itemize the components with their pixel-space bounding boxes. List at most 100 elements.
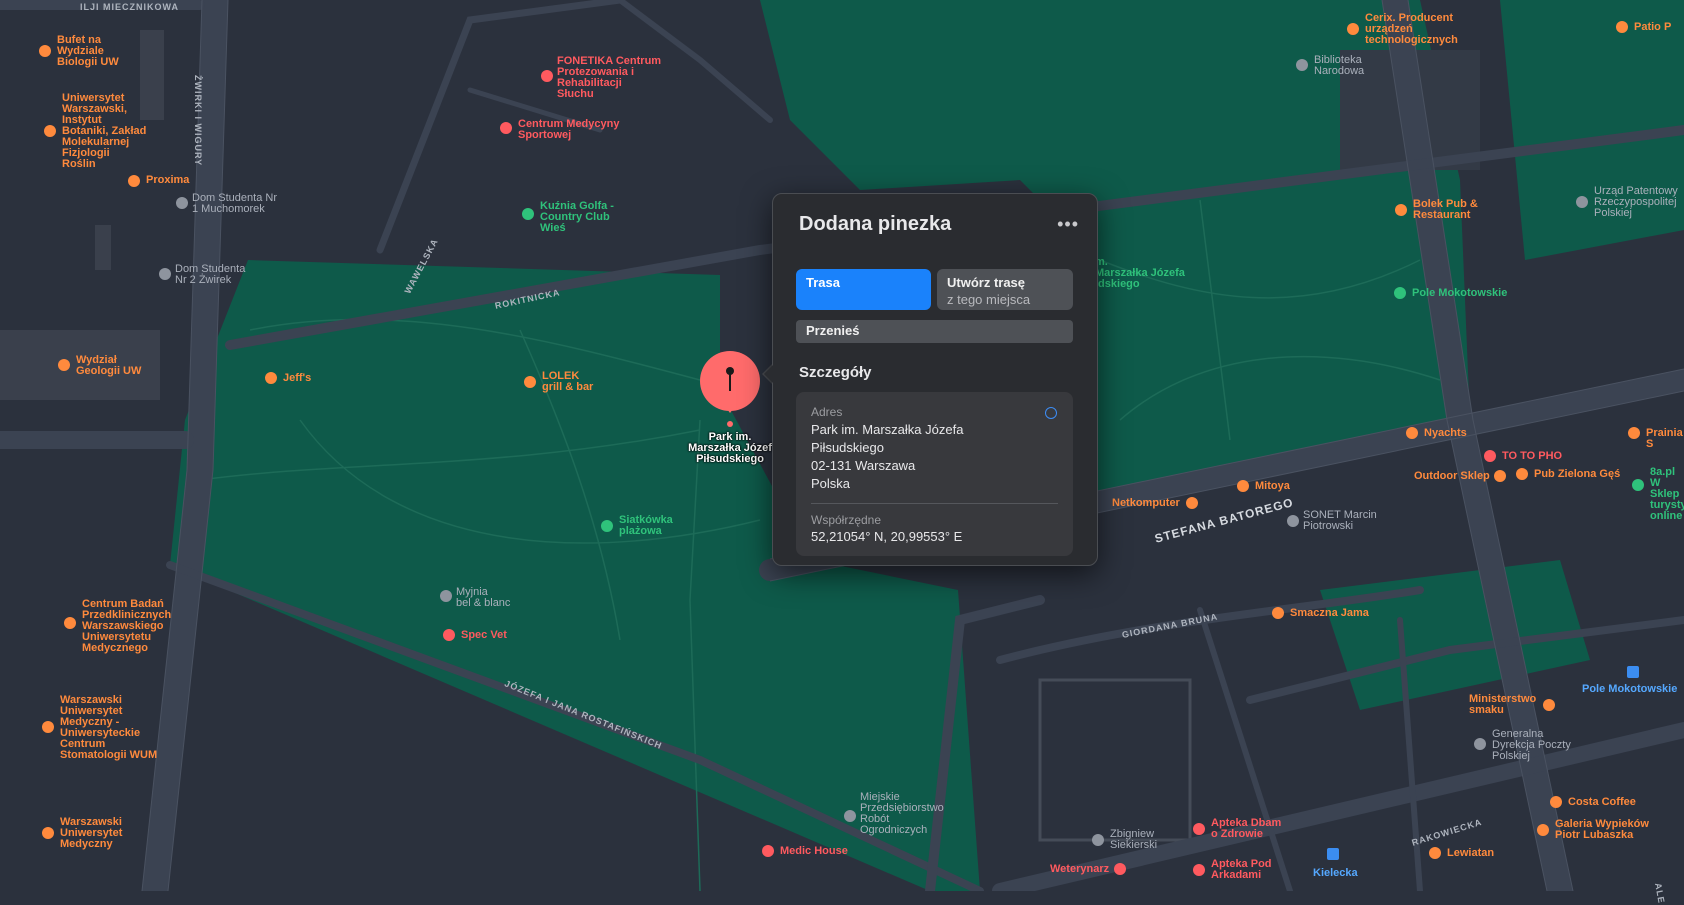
poi-cerix[interactable]: Cerix. Producent urządzeń technologiczny… [1347,12,1458,46]
poi-patio[interactable]: Patio P [1616,21,1671,33]
poi-galeria-wypiekow[interactable]: Galeria Wypieków Piotr Lubaszka [1537,819,1649,841]
poi-bufet-biologii[interactable]: Bufet na Wydziale Biologii UW [39,35,119,68]
restaurant-icon [265,372,277,384]
pin-label[interactable]: Park im. Marszałka Józef Piłsudskiego [675,432,785,465]
poi-label: Zbigniew Siekierski [1110,828,1158,851]
bar-icon [128,175,140,187]
poi-fonetika[interactable]: FONETIKA Centrum Protezowania i Rehabili… [541,56,661,100]
address-line: 02-131 Warszawa [811,458,916,473]
poi-outdoor-sklep[interactable]: Outdoor Sklep [1414,470,1506,482]
bakery-icon [1537,824,1549,836]
address-line: Polska [811,476,851,491]
poi-to-to-pho[interactable]: TO TO PHO [1484,450,1562,462]
pharmacy-icon [1193,864,1205,876]
building-icon [1474,738,1486,750]
poi-pole-mokotowskie-park[interactable]: Pole Mokotowskie [1394,287,1507,299]
poi-wum[interactable]: Warszawski Uniwersytet Medyczny [42,817,122,850]
restaurant-icon [1406,427,1418,439]
poi-proxima[interactable]: Proxima [128,175,189,187]
poi-dom-studenta-1[interactable]: Dom Studenta Nr 1 Muchomorek [176,192,277,215]
vet-icon [443,629,455,641]
poi-costa-coffee[interactable]: Costa Coffee [1550,796,1636,808]
poi-label: SONET Marcin Piotrowski [1303,509,1377,532]
poi-label: Mitoya [1255,480,1290,492]
poi-label: Smaczna Jama [1290,607,1369,619]
poi-sonet[interactable]: SONET Marcin Piotrowski [1287,509,1377,532]
restaurant-icon [1484,450,1496,462]
factory-icon [1347,23,1359,35]
coordinates-label: Współrzędne [811,513,882,527]
poi-dom-studenta-2[interactable]: Dom Studenta Nr 2 Żwirek [159,264,245,286]
poi-label: Lewiatan [1447,847,1495,859]
poi-urzad-patentowy[interactable]: Urząd Patentowy Rzeczypospolitej Polskie… [1576,186,1678,219]
move-button[interactable]: Przenieś [796,320,1073,343]
bus-stop-icon [1327,848,1339,860]
poi-kuznia-golfa[interactable]: Kuźnia Golfa - Country Club Wieś [522,201,614,234]
golf-icon [522,208,534,220]
poi-label: Centrum Badań Przedklinicznych Warszawsk… [82,598,172,654]
poi-ministerstwo-smaku[interactable]: Ministerstwo smaku [1469,693,1555,716]
poi-label: Cerix. Producent urządzeń technologiczny… [1365,12,1458,46]
street-label: ILJI MIECZNIKOWA [80,2,179,12]
poi-nyachts[interactable]: Nyachts [1406,427,1467,439]
poi-siatkowka[interactable]: Siatkówka plażowa [601,515,673,537]
poi-smaczna-jama[interactable]: Smaczna Jama [1272,607,1369,619]
poi-prainia[interactable]: Prainia S [1628,427,1684,450]
create-route-title: Utwórz trasę [947,275,1026,290]
poi-park-pilsudskiego-east[interactable]: m. Marszałka Józefa łdskiego [1095,257,1185,290]
poi-label: Netkomputer [1112,497,1180,509]
poi-apteka-arkadami[interactable]: Apteka Pod Arkadami [1193,859,1272,881]
poi-8a-sklep[interactable]: 8a.pl W Sklep turysty online [1632,467,1684,522]
create-route-button[interactable]: Utwórz trasę z tego miejsca [937,269,1073,310]
poi-label: Warszawski Uniwersytet Medyczny - Uniwer… [60,694,158,761]
poi-lolek[interactable]: LOLEK grill & bar [524,370,594,393]
poi-jeffs[interactable]: Jeff's [265,372,311,384]
poi-spec-vet[interactable]: Spec Vet [443,629,507,641]
more-options-icon[interactable]: ••• [1057,214,1079,235]
poi-label: LOLEK grill & bar [542,370,594,393]
coordinates-value[interactable]: 52,21054° N, 20,99553° E [811,529,962,544]
poi-mpro[interactable]: Miejskie Przedsiębiorstwo Robót Ogrodnic… [844,792,944,836]
poi-mitoya[interactable]: Mitoya [1237,480,1290,492]
poi-centrum-badan[interactable]: Centrum Badań Przedklinicznych Warszawsk… [64,598,172,654]
route-button[interactable]: Trasa [796,269,931,310]
building-icon [176,197,188,209]
poi-myjnia[interactable]: Myjnia bel & blanc [440,587,510,609]
poi-bolek-pub[interactable]: Bolek Pub & Restaurant [1395,199,1478,221]
poi-wydzial-geologii[interactable]: Wydział Geologii UW [58,355,141,377]
poi-weterynarz[interactable]: Weterynarz [1050,863,1126,875]
poi-zielona-ges[interactable]: Pub Zielona Gęś [1516,468,1620,480]
volleyball-icon [601,520,613,532]
place-popup: Dodana pinezka ••• Trasa Utwórz trasę z … [772,193,1098,566]
popup-title: Dodana pinezka [799,213,952,235]
shop-icon [1429,847,1441,859]
building [95,225,111,270]
poi-label: Prainia S [1646,427,1683,450]
poi-label: Pole Mokotowskie [1582,683,1678,695]
poi-lewiatan[interactable]: Lewiatan [1429,847,1495,859]
shop-icon [1494,470,1506,482]
poi-kielecka[interactable]: Kielecka [1313,848,1358,879]
building-icon [1092,834,1104,846]
poi-pole-mokotowskie-metro[interactable]: Pole Mokotowskie [1582,666,1678,695]
medical-icon [762,845,774,857]
poi-instytut-botaniki[interactable]: Uniwersytet Warszawski, Instytut Botanik… [44,93,146,170]
poi-wum-stomatologia[interactable]: Warszawski Uniwersytet Medyczny - Uniwer… [42,694,158,761]
poi-label: m. Marszałka Józefa łdskiego [1095,256,1185,290]
address-text[interactable]: Park im. Marszałka Józefa Piłsudskiego 0… [811,421,963,493]
share-icon[interactable] [1045,407,1057,419]
address-line: Park im. Marszałka Józefa [811,422,964,437]
address-line: Piłsudskiego [811,440,884,455]
restaurant-icon [1543,699,1555,711]
poi-apteka-dbam[interactable]: Apteka Dbam o Zdrowie [1193,818,1281,840]
medical-icon [500,122,512,134]
poi-label: Dom Studenta Nr 1 Muchomorek [192,192,277,215]
poi-label: Ministerstwo smaku [1469,693,1537,716]
poi-centrum-medycyny[interactable]: Centrum Medycyny Sportowej [500,119,619,141]
poi-zbigniew-siekierski[interactable]: Zbigniew Siekierski [1092,828,1158,851]
poi-biblioteka-narodowa[interactable]: Biblioteka Narodowa [1296,55,1364,77]
poi-medic-house[interactable]: Medic House [762,845,848,857]
poi-label: Kielecka [1313,867,1358,879]
poi-netkomputer[interactable]: Netkomputer [1112,497,1198,509]
poi-dyrekcja-poczty[interactable]: Generalna Dyrekcja Poczty Polskiej [1474,729,1571,762]
